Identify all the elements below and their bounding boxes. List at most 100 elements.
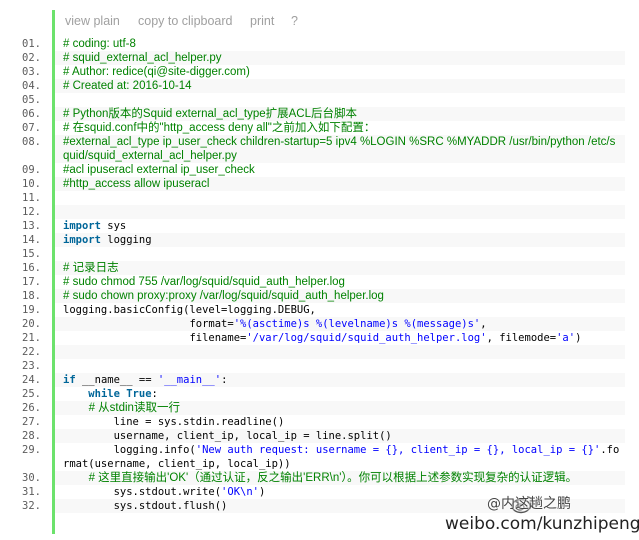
code-line: 18. # sudo chown proxy:proxy /var/log/squ…: [22, 289, 625, 303]
code-text: sys: [100, 220, 127, 232]
print-link[interactable]: print: [250, 14, 274, 28]
code-string: '/var/log/squid/squid_auth_helper.log': [246, 332, 487, 344]
code-line: 09. #acl ipuseracl external ip_user_check: [22, 163, 625, 177]
code-keyword: import: [63, 220, 101, 232]
code-comment: # Author: redice(qi@site-digger.com): [63, 66, 250, 78]
line-code: # Created at: 2016-10-14: [55, 79, 625, 93]
line-number: 08.: [22, 136, 41, 148]
line-number: 02.: [22, 52, 41, 64]
code-line: 28. username, client_ip, local_ip = line…: [22, 429, 625, 443]
code-line: 17. # sudo chmod 755 /var/log/squid/squid…: [22, 275, 625, 289]
code-comment: # Created at: 2016-10-14: [63, 80, 192, 92]
line-number: 10.: [22, 178, 41, 190]
line-code: # sudo chown proxy:proxy /var/log/squid/…: [55, 289, 625, 303]
code-line: 16. # 记录日志: [22, 261, 625, 275]
line-code: # coding: utf-8: [55, 37, 625, 51]
line-code: #acl ipuseracl external ip_user_check: [55, 163, 625, 177]
code-comment: #http_access allow ipuseracl: [63, 178, 210, 190]
copy-to-clipboard-link[interactable]: copy to clipboard: [138, 14, 233, 28]
line-number: 22.: [22, 346, 41, 358]
code-text: sys.stdout.write(: [63, 486, 222, 498]
line-code: # Python版本的Squid external_acl_type扩展ACL后…: [55, 107, 625, 121]
code-line: 19. logging.basicConfig(level=logging.DEB…: [22, 303, 625, 317]
line-number: 18.: [22, 290, 41, 302]
line-number: 23.: [22, 360, 41, 372]
line-number: 11.: [22, 192, 41, 204]
line-code: # sudo chmod 755 /var/log/squid/squid_au…: [55, 275, 625, 289]
line-code: [55, 93, 625, 107]
line-number: 25.: [22, 388, 41, 400]
line-code: # 记录日志: [55, 261, 625, 275]
line-number: 01.: [22, 38, 41, 50]
line-code: #external_acl_type ip_user_check childre…: [55, 135, 625, 163]
line-code: # 从stdin读取一行: [55, 401, 625, 415]
code-text: logging.basicConfig(level=logging.DEBUG,: [63, 304, 316, 316]
line-number: 14.: [22, 234, 41, 246]
line-number: 17.: [22, 276, 41, 288]
line-code: format='%(asctime)s %(levelname)s %(mess…: [55, 317, 625, 331]
line-number: 12.: [22, 206, 41, 218]
line-code: # 这里直接输出'OK'（通过认证，反之输出'ERR\n'）。你可以根据上述参数…: [55, 471, 625, 485]
code-keyword: True: [126, 388, 152, 400]
code-keyword: if: [63, 374, 76, 386]
line-number: 05.: [22, 94, 41, 106]
code-line: 20. format='%(asctime)s %(levelname)s %(…: [22, 317, 625, 331]
code-comment: #acl ipuseracl external ip_user_check: [63, 164, 255, 176]
code-string: '__main__': [157, 374, 222, 386]
code-line: 26. # 从stdin读取一行: [22, 401, 625, 415]
code-body: 01. # coding: utf-8 02. # squid_external_ac…: [22, 37, 625, 513]
code-string: 'OK\n': [221, 486, 259, 498]
code-keyword: import: [63, 234, 101, 246]
line-code: logging.info('New auth request: username…: [55, 443, 625, 471]
code-text: filename=: [63, 332, 247, 344]
line-number: 16.: [22, 262, 41, 274]
line-code: #http_access allow ipuseracl: [55, 177, 625, 191]
code-comment: # sudo chown proxy:proxy /var/log/squid/…: [63, 290, 384, 302]
line-code: line = sys.stdin.readline(): [55, 415, 625, 429]
code-line: 14. import logging: [22, 233, 625, 247]
code-line: 22.: [22, 345, 625, 359]
code-line: 12.: [22, 205, 625, 219]
code-text: logging.info(: [63, 444, 196, 456]
code-line: 03. # Author: redice(qi@site-digger.com): [22, 65, 625, 79]
code-line: 21. filename='/var/log/squid/squid_auth_…: [22, 331, 625, 345]
code-text: logging: [100, 234, 152, 246]
code-line: 05.: [22, 93, 625, 107]
code-line: 23.: [22, 359, 625, 373]
line-number: 19.: [22, 304, 41, 316]
line-number: 31.: [22, 486, 41, 498]
code-line: 06. # Python版本的Squid external_acl_type扩展A…: [22, 107, 625, 121]
line-code: # Author: redice(qi@site-digger.com): [55, 65, 625, 79]
code-toolbar: view plain copy to clipboard print ?: [55, 10, 625, 34]
code-text: ,: [480, 318, 487, 330]
code-comment: # 记录日志: [63, 262, 119, 274]
code-string: 'New auth request: username = {}, client…: [195, 444, 601, 456]
line-code: [55, 205, 625, 219]
code-text: ): [575, 332, 582, 344]
line-code: [55, 359, 625, 373]
code-comment: # 这里直接输出'OK'（通过认证，反之输出'ERR\n'）。你可以根据上述参数…: [63, 472, 578, 484]
line-code: [55, 191, 625, 205]
code-text: line = sys.stdin.readline(): [63, 416, 285, 428]
code-line: 01. # coding: utf-8: [22, 37, 625, 51]
line-number: 30.: [22, 472, 41, 484]
line-code: if __name__ == '__main__':: [55, 373, 625, 387]
code-text: username, client_ip, local_ip = line.spl…: [63, 430, 392, 442]
code-text: sys.stdout.flush(): [63, 500, 228, 512]
code-line: 08. #external_acl_type ip_user_check chil…: [22, 135, 625, 163]
code-string: 'a': [556, 332, 576, 344]
line-number: 06.: [22, 108, 41, 120]
line-code: filename='/var/log/squid/squid_auth_help…: [55, 331, 625, 345]
code-line: 13. import sys: [22, 219, 625, 233]
code-line: 29. logging.info('New auth request: user…: [22, 443, 625, 471]
line-number: 20.: [22, 318, 41, 330]
line-code: [55, 247, 625, 261]
help-link[interactable]: ?: [291, 14, 298, 28]
code-keyword: while: [88, 388, 120, 400]
code-text: :: [151, 388, 158, 400]
code-comment: # sudo chmod 755 /var/log/squid/squid_au…: [63, 276, 345, 288]
line-code: import sys: [55, 219, 625, 233]
code-text: ): [258, 486, 266, 498]
view-plain-link[interactable]: view plain: [65, 14, 120, 28]
line-number: 07.: [22, 122, 41, 134]
